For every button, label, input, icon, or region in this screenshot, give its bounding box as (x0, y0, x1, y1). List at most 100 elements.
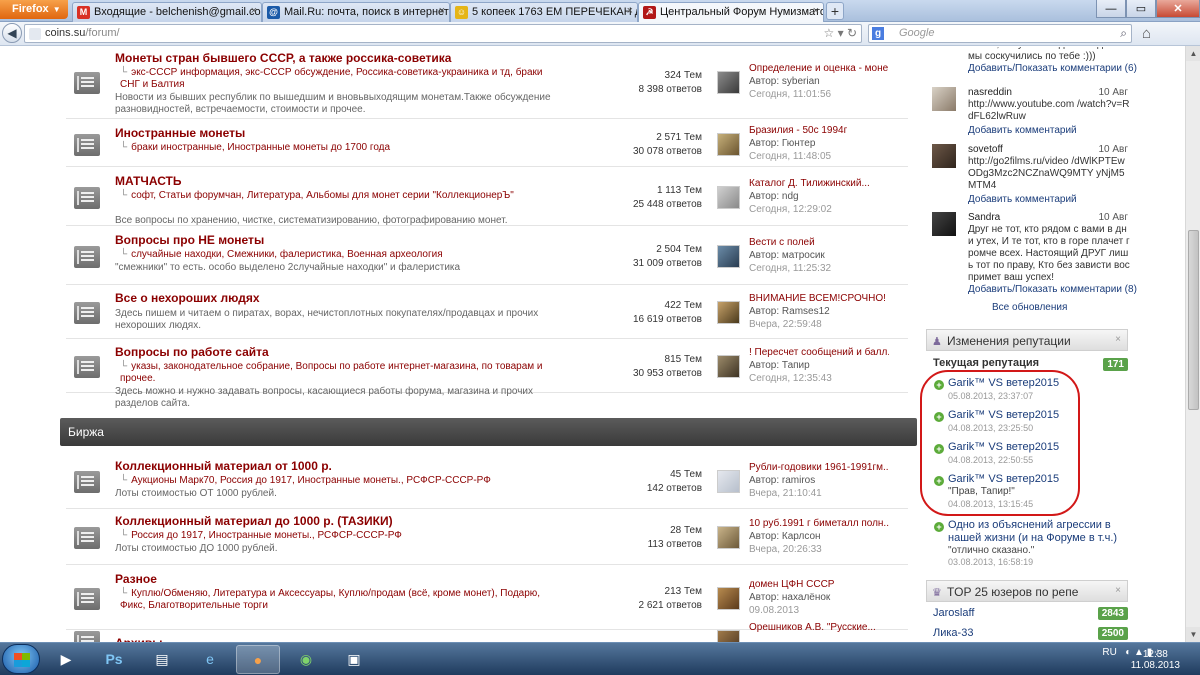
top-users-widget-header[interactable]: ♛ TOP 25 юзеров по репе × (926, 580, 1128, 602)
last-post-author[interactable]: Автор: Тапир (749, 360, 810, 371)
messenger-icon[interactable]: ◉ (284, 645, 328, 674)
search-bar[interactable]: g Google ⌕ (868, 24, 1132, 43)
subforum-links[interactable]: └ Аукционы Марк70, Россия до 1917, Иностр… (120, 475, 550, 487)
last-post-title[interactable]: ! Пересчет сообщений и балл... (749, 347, 889, 358)
subforum-links[interactable]: └ Россия до 1917, Иностранные монеты., РС… (120, 530, 550, 542)
maximize-icon[interactable]: ▭ (1126, 0, 1156, 18)
back-button[interactable]: ◀ (2, 23, 22, 43)
subforum-links[interactable]: └ указы, законодательное собрание, Вопрос… (120, 361, 550, 385)
top-user-name[interactable]: Jaroslaff (933, 607, 974, 619)
comment-author[interactable]: sovetoff (968, 144, 1003, 155)
last-post-avatar[interactable] (717, 587, 740, 610)
last-post-avatar[interactable] (717, 132, 740, 156)
add-comment-link[interactable]: Добавить комментарий (968, 125, 1077, 136)
last-post-title[interactable]: Орешников А.В. "Русские... (749, 622, 889, 633)
last-post-title[interactable]: ВНИМАНИЕ ВСЕМ!СРОЧНО! (749, 293, 889, 304)
category-header-birzha[interactable]: Биржа (60, 418, 917, 446)
subforum-links[interactable]: └ случайные находки, Смежники, фалеристик… (120, 249, 550, 261)
top-user-name[interactable]: Лика-33 (933, 627, 973, 639)
close-widget-icon[interactable]: × (1115, 334, 1121, 345)
forum-title[interactable]: Иностранные монеты (115, 126, 245, 140)
tab-coin-auction[interactable]: ☺ 5 копеек 1763 ЕМ ПЕРЕЧЕКАН до 11....× (450, 2, 638, 22)
subforum-list[interactable]: Аукционы Марк70, Россия до 1917, Иностра… (131, 475, 491, 486)
subforum-links[interactable]: └ софт, Статьи форумчан, Литература, Альб… (120, 190, 550, 202)
comment-text[interactable]: http://www.youtube.com /watch?v=RdFL62lw… (968, 99, 1132, 123)
tab-gmail[interactable]: M Входящие - belchenish@gmail.com ...× (72, 2, 262, 22)
last-post-author[interactable]: Автор: ramiros (749, 475, 815, 486)
last-post-avatar[interactable] (717, 525, 740, 549)
last-post-author[interactable]: Автор: Гюнтер (749, 138, 815, 149)
home-icon[interactable]: ⌂ (1142, 25, 1151, 42)
reload-icon[interactable]: ↻ (847, 26, 857, 40)
last-post-author[interactable]: Автор: Карлсон (749, 531, 821, 542)
minimize-icon[interactable]: — (1096, 0, 1126, 18)
last-post-title[interactable]: Определение и оценка - моне... (749, 63, 889, 74)
tab-coins-forum[interactable]: ☭ Центральный Форум Нумизматов ...× (638, 2, 824, 22)
firefox-taskbar-icon[interactable]: ● (236, 645, 280, 674)
system-clock[interactable]: 12:38 11.08.2013 (1131, 649, 1180, 671)
forum-title[interactable]: Коллекционный материал до 1000 р. (ТАЗИК… (115, 514, 393, 528)
site-identity-icon[interactable] (29, 28, 41, 40)
forum-title[interactable]: МАТЧАСТЬ (115, 174, 182, 188)
forum-icon[interactable] (74, 471, 100, 493)
close-widget-icon[interactable]: × (1115, 585, 1121, 596)
last-post-title[interactable]: Бразилия - 50с 1994г (749, 125, 889, 136)
last-post-avatar[interactable] (717, 301, 740, 324)
forum-icon[interactable] (74, 588, 100, 610)
forum-title[interactable]: Коллекционный материал от 1000 р. (115, 459, 332, 473)
forum-title[interactable]: Все о нехороших людях (115, 291, 260, 305)
vertical-scrollbar[interactable]: ▲ ▼ (1185, 46, 1200, 642)
subforum-list[interactable]: браки иностранные, Иностранные монеты до… (131, 142, 390, 153)
last-post-avatar[interactable] (717, 355, 740, 378)
subforum-list[interactable]: Куплю/Обменяю, Литература и Аксессуары, … (120, 588, 540, 611)
last-post-author[interactable]: Автор: Ramses12 (749, 306, 830, 317)
scrollbar-thumb[interactable] (1188, 230, 1199, 410)
subforum-links[interactable]: └ браки иностранные, Иностранные монеты д… (120, 142, 550, 154)
close-tab-icon[interactable]: × (251, 5, 257, 17)
last-post-author[interactable]: Автор: матросик (749, 250, 825, 261)
scroll-up-arrow-icon[interactable]: ▲ (1186, 46, 1200, 61)
subforum-links[interactable]: └ Куплю/Обменяю, Литература и Аксессуары,… (120, 588, 550, 612)
forum-icon[interactable] (74, 356, 100, 378)
comment-author[interactable]: nasreddin (968, 87, 1012, 98)
forum-title[interactable]: Вопросы про НЕ монеты (115, 233, 264, 247)
forum-title[interactable]: Монеты стран бывшего СССР, а также росси… (115, 51, 451, 65)
url-bar[interactable]: coins.su/forum/ ☆ ▾ ↻ (24, 24, 862, 43)
comment-author[interactable]: Sandra (968, 212, 1000, 223)
forum-title[interactable]: Разное (115, 572, 157, 586)
subforum-links[interactable]: └ экс-СССР информация, экс-СССР обсуждени… (120, 67, 550, 91)
photoshop-icon[interactable]: Ps (92, 645, 136, 674)
internet-explorer-icon[interactable]: e (188, 645, 232, 674)
last-post-title[interactable]: Каталог Д. Тилижинский... (749, 178, 889, 189)
add-comment-link[interactable]: Добавить комментарий (968, 194, 1077, 205)
subforum-list[interactable]: случайные находки, Смежники, фалеристика… (131, 249, 443, 260)
search-icon[interactable]: ⌕ (1120, 26, 1127, 41)
forum-icon[interactable] (74, 133, 100, 156)
forum-icon[interactable] (74, 246, 100, 268)
comment-text[interactable]: http://go2films.ru/video /dWlKPTEwODg3Mz… (968, 156, 1132, 192)
avatar[interactable] (932, 212, 956, 236)
subforum-list[interactable]: софт, Статьи форумчан, Литература, Альбо… (131, 190, 514, 201)
close-tab-icon[interactable]: × (813, 5, 819, 17)
reputation-widget-header[interactable]: ♟ Изменения репутации × (926, 329, 1128, 351)
last-post-avatar[interactable] (717, 245, 740, 268)
subforum-list[interactable]: указы, законодательное собрание, Вопросы… (120, 361, 543, 384)
last-post-title[interactable]: Рубли-годовики 1961-1991гм... (749, 462, 889, 473)
last-post-title[interactable]: домен ЦФН СССР (749, 579, 889, 590)
avatar[interactable] (932, 87, 956, 111)
network-app-icon[interactable]: ▣ (332, 645, 376, 674)
close-tab-icon[interactable]: × (439, 5, 445, 17)
firefox-menu-button[interactable]: Firefox ▼ (0, 0, 68, 19)
media-player-icon[interactable]: ▶ (44, 645, 88, 674)
last-post-author[interactable]: Автор: нахалёнок (749, 592, 830, 603)
new-tab-button[interactable]: + (826, 2, 844, 20)
reputation-topic[interactable]: Одно из объяснений агрессии в нашей жизн… (948, 519, 1126, 545)
forum-icon[interactable] (74, 72, 100, 94)
close-tab-icon[interactable]: × (627, 5, 633, 17)
last-post-avatar[interactable] (717, 186, 740, 209)
last-post-title[interactable]: Вести с полей (749, 237, 889, 248)
last-post-avatar[interactable] (717, 71, 740, 94)
comments-link[interactable]: Добавить/Показать комментарии (8) (968, 284, 1137, 295)
dropdown-arrow-icon[interactable]: ▾ (838, 26, 844, 40)
last-post-avatar[interactable] (717, 630, 740, 642)
